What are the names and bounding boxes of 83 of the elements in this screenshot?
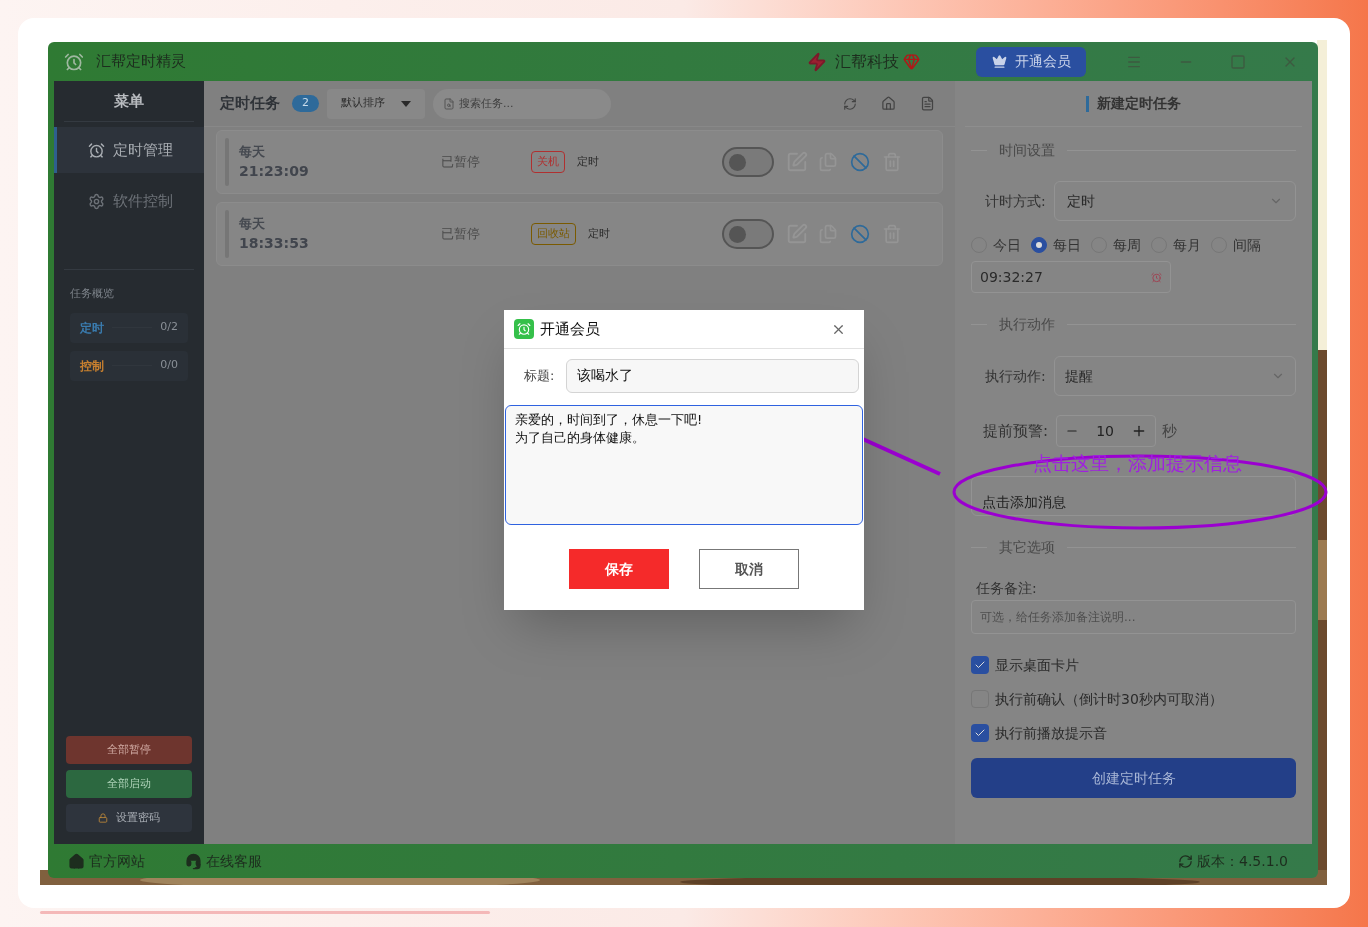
gem-icon [903,53,920,70]
refresh-icon[interactable] [843,96,857,111]
check-icon [974,659,986,671]
title-field[interactable]: 该喝水了 [566,359,859,393]
lightning-logo-icon [807,51,827,72]
frequency-radio[interactable]: 每月 [1151,234,1201,256]
search-icon [443,97,455,110]
sidebar-item[interactable]: 软件控制 [54,178,204,224]
field-label: 任务备注: [976,579,1038,598]
footer-link[interactable]: 在线客服 [185,850,262,872]
frequency-radio[interactable]: 间隔 [1211,234,1261,256]
save-button[interactable]: 保存 [569,549,669,589]
stat-label: 定时 [80,319,104,337]
frequency-radio[interactable]: 每周 [1091,234,1141,256]
frequency-radio[interactable]: 今日 [971,234,1021,256]
checkbox[interactable] [971,724,989,742]
message-field[interactable]: 亲爱的，时间到了，休息一下吧! 为了自己的身体健康。 [505,405,863,525]
sidebar-item[interactable]: 定时管理 [54,127,204,173]
action-tag: 关机 [531,151,565,173]
maximize-icon[interactable] [1230,53,1246,70]
action-select[interactable]: 提醒 [1053,356,1296,396]
alarm-clock-icon [1151,271,1162,283]
section-label: 执行动作 [999,314,1055,334]
brand-name: 汇帮科技 [835,50,899,73]
lock-icon [98,813,108,823]
option-checkbox[interactable]: 执行前确认（倒计时30秒内可取消） [971,689,1296,709]
toggle-switch[interactable] [722,147,774,177]
stat-label: 控制 [80,357,104,375]
footer-link[interactable]: 官方网站 [68,850,145,872]
field-label: 执行动作: [985,366,1046,386]
gear-icon [88,192,105,210]
caret-icon [401,100,411,107]
task-type: 定时 [588,225,610,242]
house-icon[interactable] [881,96,896,111]
count-badge: 2 [292,95,319,112]
overview-title: 任务概览 [70,286,115,302]
blocked-circle-icon[interactable] [850,152,870,172]
frequency-radio[interactable]: 每日 [1031,234,1081,256]
dialog-title: 开通会员 [540,318,600,340]
sort-dropdown[interactable]: 默认排序 [327,88,425,119]
toggle-switch[interactable] [722,219,774,249]
task-time: 21:23:09 [239,162,310,182]
task-repeat: 每天 [239,214,266,233]
cancel-button[interactable]: 取消 [699,549,799,589]
sidebar-button[interactable]: 设置密码 [66,804,192,832]
create-task-button[interactable]: 创建定时任务 [971,758,1296,798]
refresh-icon[interactable] [1178,853,1193,869]
stat-count: 0/2 [160,319,178,336]
timing-select[interactable]: 定时 [1053,181,1296,221]
task-type: 定时 [577,153,599,170]
stat-count: 0/0 [160,357,178,374]
form-title: 新建定时任务 [1097,94,1181,113]
time-field[interactable]: 09:32:27 [971,261,1171,293]
sidebar-button[interactable]: 全部暂停 [66,736,192,764]
crown-icon [991,54,1007,69]
sidebar-button[interactable]: 全部启动 [66,770,192,798]
search-field[interactable]: 搜索任务... [433,88,611,119]
window-title: 汇帮定时精灵 [96,51,186,73]
action-tag: 回收站 [531,223,576,245]
version-text: 版本：4.5.1.0 [1197,851,1288,871]
field-label: 计时方式: [985,191,1046,211]
field-label: 提前预警: [983,420,1049,442]
headset-icon [185,852,202,870]
option-checkbox[interactable]: 显示桌面卡片 [971,655,1296,675]
task-repeat: 每天 [239,142,266,161]
checkbox[interactable] [971,656,989,674]
add-message-button[interactable]: 点击添加消息 [971,476,1296,516]
vip-button[interactable]: 开通会员 [976,46,1086,77]
blocked-circle-icon[interactable] [850,224,870,244]
task-time: 18:33:53 [239,234,310,254]
list-title: 定时任务 [220,93,280,115]
field-label: 标题: [524,367,555,386]
option-checkbox[interactable]: 执行前播放提示音 [971,723,1296,743]
sidebar-title: 菜单 [114,90,144,112]
check-icon [974,727,986,739]
alarm-clock-icon [88,141,105,159]
section-label: 时间设置 [999,140,1055,160]
unit-label: 秒 [1162,420,1178,442]
stepper-value: 10 [1096,421,1114,441]
house-icon [68,852,85,870]
alarm-clock-icon [64,51,84,72]
clock-app-icon [514,319,534,339]
document-icon[interactable] [920,96,935,111]
